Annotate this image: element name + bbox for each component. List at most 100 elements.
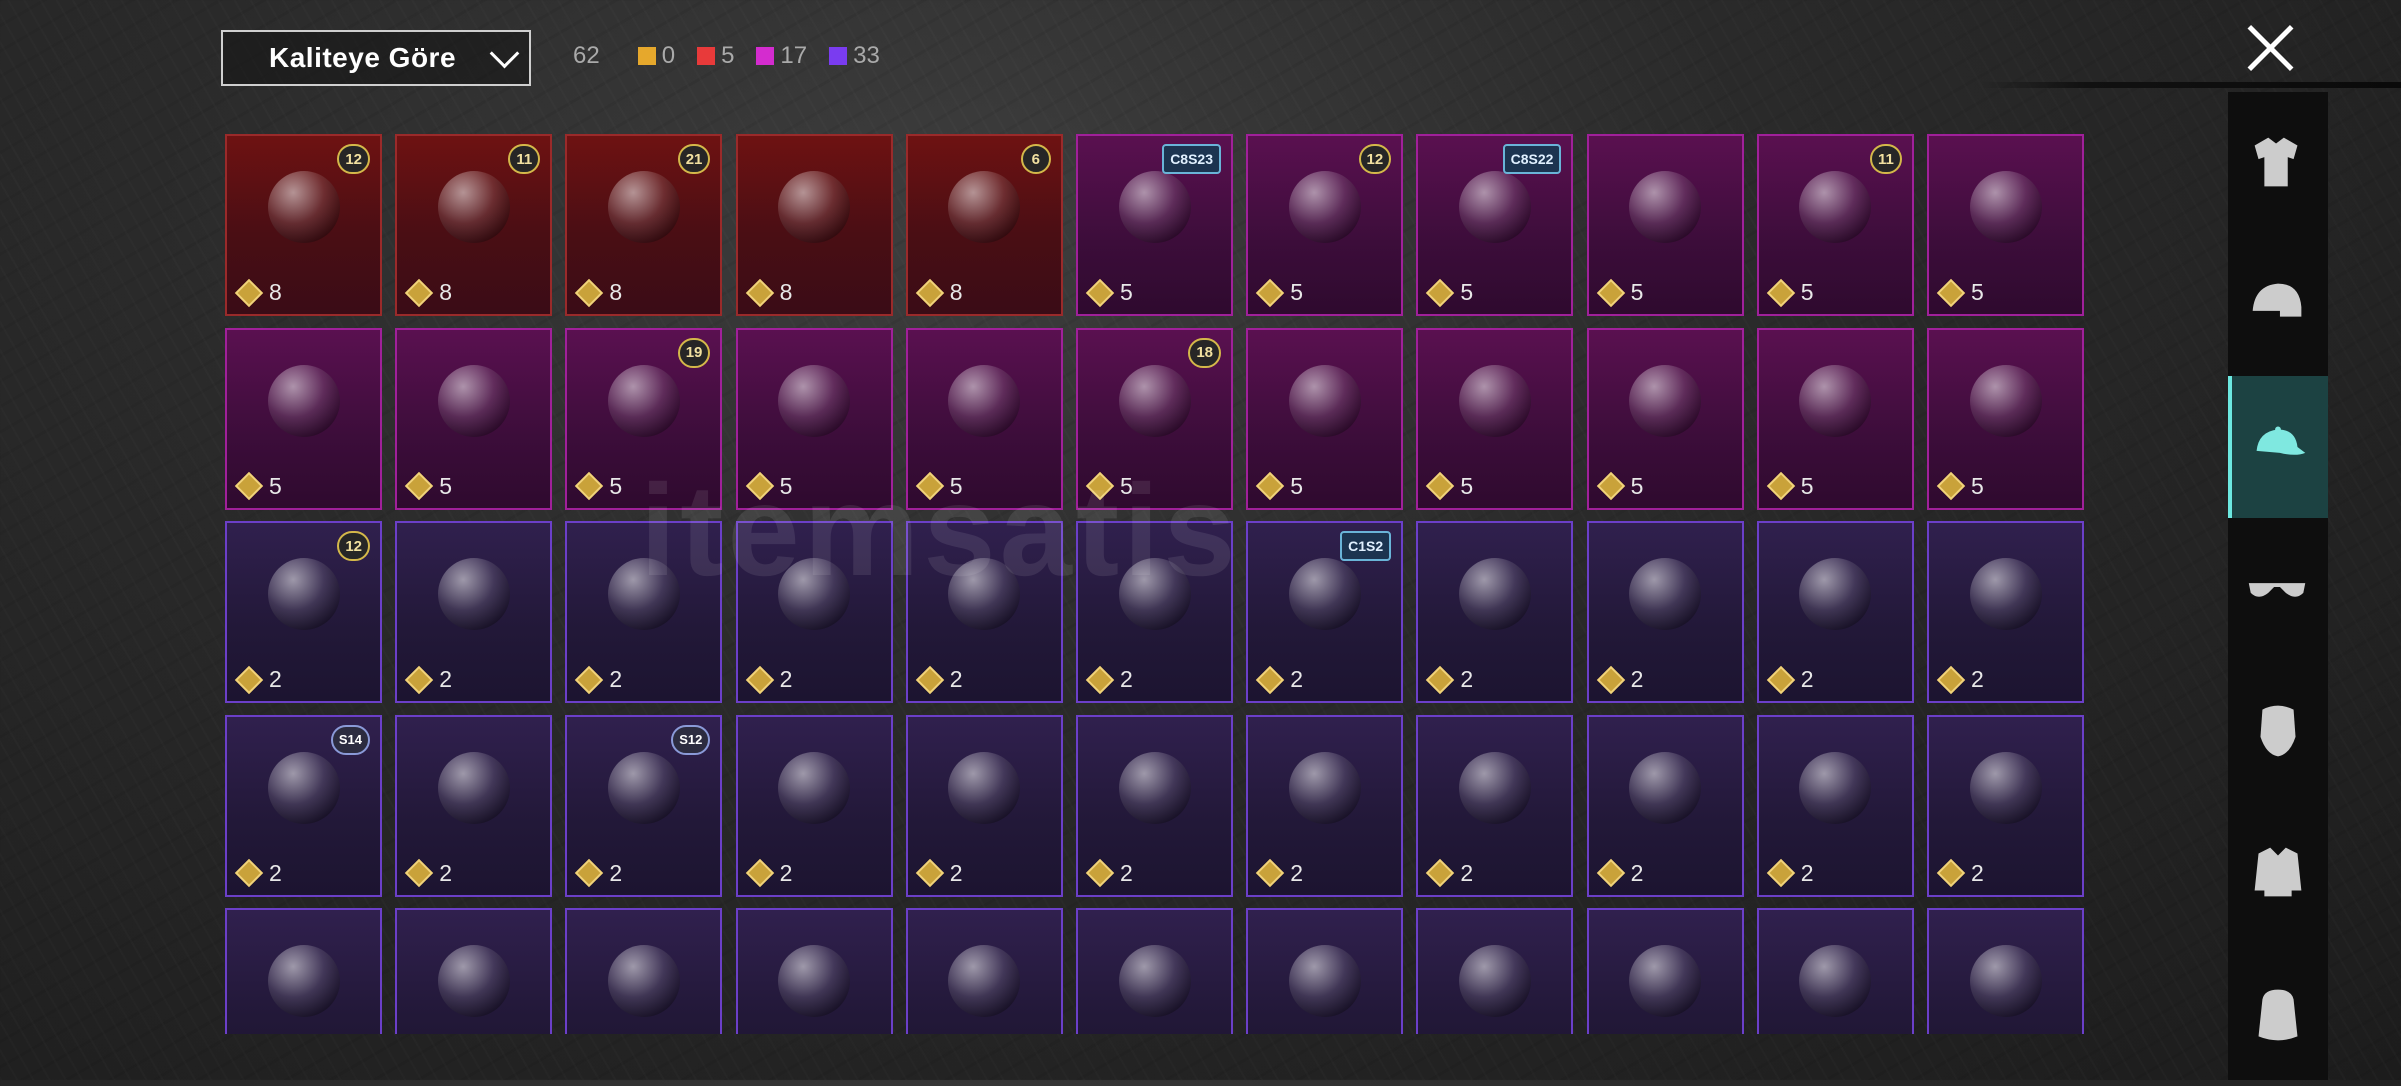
coin-icon xyxy=(1766,278,1795,307)
cap-icon xyxy=(2256,426,2306,455)
sort-dropdown[interactable]: Kaliteye Göre xyxy=(221,30,531,86)
item-price: 2 xyxy=(1596,858,1644,888)
item-tile[interactable]: 5 xyxy=(395,327,553,510)
item-tile[interactable]: 5 xyxy=(1246,327,1404,510)
item-thumbnail xyxy=(607,171,680,244)
item-price-value: 5 xyxy=(1460,279,1474,305)
close-button[interactable] xyxy=(2244,22,2296,74)
coin-icon xyxy=(745,278,774,307)
category-tab-jacket[interactable] xyxy=(2228,802,2328,944)
item-tile[interactable] xyxy=(1416,908,1574,1034)
item-thumbnail xyxy=(437,364,510,437)
item-tile[interactable]: 2 xyxy=(395,714,553,897)
item-price: 2 xyxy=(1256,665,1303,694)
item-tile[interactable]: 5 xyxy=(1586,327,1744,510)
item-thumbnail xyxy=(1118,364,1191,437)
backpack-icon xyxy=(2258,989,2298,1041)
item-tile[interactable]: 2 xyxy=(1927,521,2084,703)
item-tile[interactable]: 11 8 xyxy=(395,134,553,316)
item-price: 2 xyxy=(1085,858,1133,888)
item-tile[interactable]: 68 xyxy=(905,134,1063,316)
item-thumbnail xyxy=(1629,751,1702,824)
item-tile[interactable] xyxy=(1927,908,2084,1034)
item-tile[interactable]: 5 xyxy=(1756,327,1914,510)
item-tile[interactable] xyxy=(905,908,1063,1034)
item-price: 5 xyxy=(575,471,622,501)
item-thumbnail xyxy=(1118,945,1191,1018)
item-tile[interactable]: 2 xyxy=(1927,714,2084,897)
item-price-value: 2 xyxy=(1630,666,1644,692)
item-tile[interactable] xyxy=(395,908,553,1034)
item-tile[interactable] xyxy=(1246,908,1404,1034)
item-tile[interactable]: 11 5 xyxy=(1756,134,1914,316)
item-tile[interactable]: 2 xyxy=(1586,521,1744,703)
category-tab-mask[interactable] xyxy=(2228,660,2328,802)
item-price: 2 xyxy=(915,665,963,694)
item-tile[interactable]: S14 2 xyxy=(225,714,382,897)
item-thumbnail xyxy=(1288,945,1361,1018)
item-tile[interactable] xyxy=(735,908,893,1034)
category-tab-helmet[interactable] xyxy=(2228,234,2328,376)
item-tile[interactable]: 5 xyxy=(1416,327,1574,510)
item-tile[interactable]: C8S22 5 xyxy=(1416,134,1574,316)
item-tile[interactable]: 2 xyxy=(1246,714,1404,897)
coin-icon xyxy=(1596,278,1625,307)
item-thumbnail xyxy=(267,751,340,824)
item-price-value: 5 xyxy=(1290,279,1303,305)
glasses-icon xyxy=(2248,583,2306,597)
category-tab-cap[interactable] xyxy=(2228,376,2328,518)
item-tile[interactable]: 2 xyxy=(735,714,893,897)
item-thumbnail xyxy=(948,171,1021,244)
item-price-value: 2 xyxy=(609,859,623,886)
item-price-value: 2 xyxy=(1630,859,1644,886)
item-thumbnail xyxy=(1969,751,2042,824)
item-tile[interactable]: 2 xyxy=(1756,714,1914,897)
gold-quality-swatch xyxy=(637,47,656,65)
item-tile[interactable]: C8S23 5 xyxy=(1076,134,1233,316)
item-tile[interactable]: 12 5 xyxy=(1246,134,1404,316)
item-tile[interactable]: 2 xyxy=(1756,521,1914,703)
item-tile[interactable]: 5 xyxy=(1586,134,1744,316)
category-tab-glasses[interactable] xyxy=(2228,518,2328,660)
item-tile[interactable]: 8 xyxy=(735,134,893,316)
item-price-value: 2 xyxy=(949,666,963,692)
item-tile[interactable]: 2 xyxy=(1076,714,1233,897)
item-tile[interactable]: 2 xyxy=(395,521,553,703)
item-tile[interactable]: 5 xyxy=(1927,134,2084,316)
coin-icon xyxy=(405,471,434,501)
item-tile[interactable]: 5 xyxy=(1927,327,2084,510)
item-price: 8 xyxy=(405,278,452,307)
item-price-value: 5 xyxy=(1971,472,1984,499)
coin-icon xyxy=(575,858,604,888)
item-tile[interactable]: 21 8 xyxy=(565,134,723,316)
item-tile[interactable] xyxy=(225,908,382,1034)
item-price-value: 2 xyxy=(1120,859,1133,886)
category-tab-outfit[interactable] xyxy=(2228,92,2328,234)
coin-icon xyxy=(1426,858,1455,888)
jacket-icon xyxy=(2254,847,2302,897)
item-tile[interactable] xyxy=(565,908,723,1034)
item-tile[interactable]: 2 xyxy=(1586,714,1744,897)
item-tile[interactable]: 12 8 xyxy=(225,134,382,316)
item-tile[interactable]: S12 2 xyxy=(565,714,723,897)
item-tile[interactable] xyxy=(1076,908,1233,1034)
item-price-value: 5 xyxy=(269,472,282,499)
item-tile[interactable]: 2 xyxy=(1416,521,1574,703)
item-thumbnail xyxy=(437,171,510,244)
coin-icon xyxy=(1766,858,1795,888)
item-tile[interactable] xyxy=(1586,908,1744,1034)
item-price-value: 8 xyxy=(609,279,623,305)
item-tile[interactable]: 12 2 xyxy=(225,521,382,703)
item-tile[interactable]: 2 xyxy=(905,714,1063,897)
item-thumbnail xyxy=(1629,171,1702,244)
item-tile[interactable] xyxy=(1756,908,1914,1034)
item-tile[interactable]: 5 xyxy=(225,327,382,510)
category-tab-backpack[interactable] xyxy=(2228,944,2328,1086)
item-thumbnail xyxy=(607,751,680,824)
coin-icon xyxy=(575,471,604,501)
coin-icon xyxy=(405,858,434,888)
item-tile[interactable]: 2 xyxy=(1416,714,1574,897)
item-tile[interactable]: C1S2 2 xyxy=(1246,521,1404,703)
item-price: 5 xyxy=(1936,471,1984,501)
item-thumbnail xyxy=(778,751,851,824)
